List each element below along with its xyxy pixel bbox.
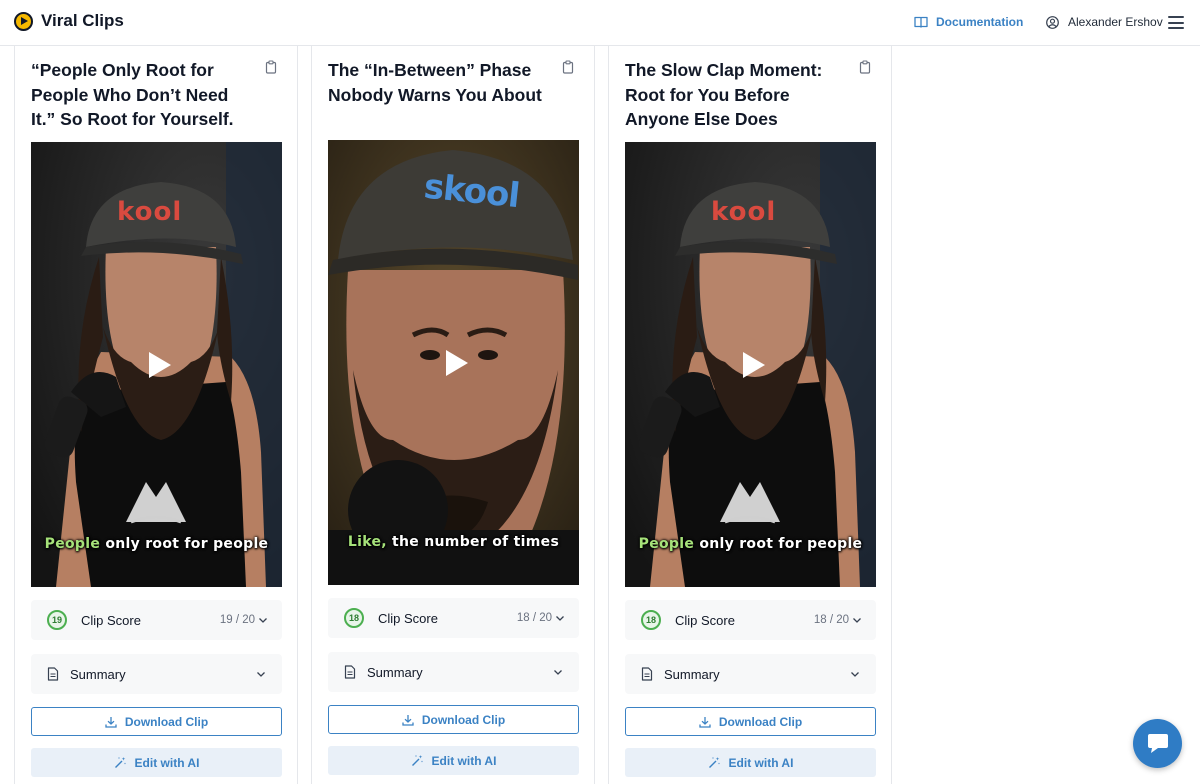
download-clip-label: Download Clip [421, 712, 506, 727]
edit-with-ai-button[interactable]: Edit with AI [625, 748, 876, 777]
edit-with-ai-button[interactable]: Edit with AI [328, 746, 579, 775]
book-icon [914, 16, 928, 28]
caption-highlight: Like, [347, 534, 387, 550]
clip-score-label: Clip Score [378, 610, 438, 626]
clip-score-row[interactable]: 18 Clip Score 18 / 20 [328, 598, 579, 638]
cap-logo-text: kool [711, 197, 776, 227]
download-icon [105, 716, 117, 728]
score-badge: 19 [47, 610, 67, 630]
download-icon [402, 714, 414, 726]
score-badge: 18 [641, 610, 661, 630]
brand[interactable]: Viral Clips [14, 11, 124, 31]
clip-score-label: Clip Score [675, 612, 735, 628]
summary-row[interactable]: Summary [31, 654, 282, 694]
documentation-link[interactable]: Documentation [914, 15, 1023, 29]
play-icon[interactable] [739, 350, 769, 380]
play-circle-icon [14, 11, 33, 31]
summary-label: Summary [664, 666, 720, 682]
user-menu[interactable]: Alexander Ershov [1046, 15, 1163, 29]
document-icon [47, 667, 59, 681]
chevron-down-icon [259, 618, 267, 623]
clip-title: The Slow Clap Moment: Root for You Befor… [625, 60, 823, 129]
caption-text: only root for people [100, 536, 269, 552]
summary-label: Summary [70, 666, 126, 682]
clip-score-value: 18 / 20 [813, 614, 849, 626]
clip-card: The “In-Between” Phase Nobody Warns You … [311, 46, 595, 784]
user-name: Alexander Ershov [1068, 15, 1163, 29]
score-badge: 18 [344, 608, 364, 628]
chevron-down-icon [257, 672, 265, 677]
clip-score-row[interactable]: 19 Clip Score 19 / 20 [31, 600, 282, 640]
edit-with-ai-button[interactable]: Edit with AI [31, 748, 282, 777]
chat-icon [1147, 733, 1168, 753]
clip-score-value: 18 / 20 [516, 612, 552, 624]
caption-text: the number of times [386, 534, 560, 550]
download-clip-button[interactable]: Download Clip [625, 707, 876, 736]
user-circle-icon [1046, 15, 1059, 29]
video-thumbnail[interactable]: kool People only root for people [625, 142, 876, 587]
clip-card: The Slow Clap Moment: Root for You Befor… [608, 46, 892, 784]
download-clip-label: Download Clip [718, 714, 803, 729]
edit-with-ai-label: Edit with AI [134, 755, 200, 770]
edit-with-ai-label: Edit with AI [728, 755, 794, 770]
clip-score-value: 19 / 20 [219, 614, 255, 626]
summary-row[interactable]: Summary [625, 654, 876, 694]
video-caption: People only root for people [31, 536, 282, 552]
clip-score-label: Clip Score [81, 612, 141, 628]
video-caption: People only root for people [625, 536, 876, 552]
summary-row[interactable]: Summary [328, 652, 579, 692]
hamburger-icon[interactable] [1168, 16, 1184, 29]
chevron-down-icon [556, 616, 564, 621]
app-name: Viral Clips [41, 11, 124, 30]
document-icon [641, 667, 653, 681]
video-caption: Like, the number of times [328, 534, 579, 550]
clipboard-icon[interactable] [859, 60, 871, 74]
video-thumbnail[interactable]: skool Like, the number of times [328, 140, 579, 585]
magic-wand-icon [114, 757, 126, 768]
magic-wand-icon [411, 755, 423, 766]
clip-title: “People Only Root for People Who Don’t N… [31, 60, 234, 129]
video-thumbnail[interactable]: kool People only root for people [31, 142, 282, 587]
download-clip-label: Download Clip [124, 714, 209, 729]
clip-score-row[interactable]: 18 Clip Score 18 / 20 [625, 600, 876, 640]
clip-card: “People Only Root for People Who Don’t N… [14, 46, 298, 784]
chevron-down-icon [851, 672, 859, 677]
chevron-down-icon [853, 618, 861, 623]
play-icon[interactable] [145, 350, 175, 380]
cap-logo-text: kool [117, 197, 182, 227]
chat-widget-button[interactable] [1133, 719, 1182, 768]
document-icon [344, 665, 356, 679]
caption-highlight: People [638, 536, 695, 552]
clip-title: The “In-Between” Phase Nobody Warns You … [328, 60, 542, 105]
caption-highlight: People [44, 536, 101, 552]
download-clip-button[interactable]: Download Clip [31, 707, 282, 736]
chevron-down-icon [554, 670, 562, 675]
download-clip-button[interactable]: Download Clip [328, 705, 579, 734]
edit-with-ai-label: Edit with AI [431, 753, 497, 768]
download-icon [699, 716, 711, 728]
magic-wand-icon [708, 757, 720, 768]
caption-text: only root for people [694, 536, 863, 552]
play-icon[interactable] [442, 348, 472, 378]
clipboard-icon[interactable] [562, 60, 574, 74]
clipboard-icon[interactable] [265, 60, 277, 74]
summary-label: Summary [367, 664, 423, 680]
top-bar: Viral Clips Documentation Alexander Ersh… [0, 0, 1200, 46]
documentation-label: Documentation [936, 15, 1024, 29]
